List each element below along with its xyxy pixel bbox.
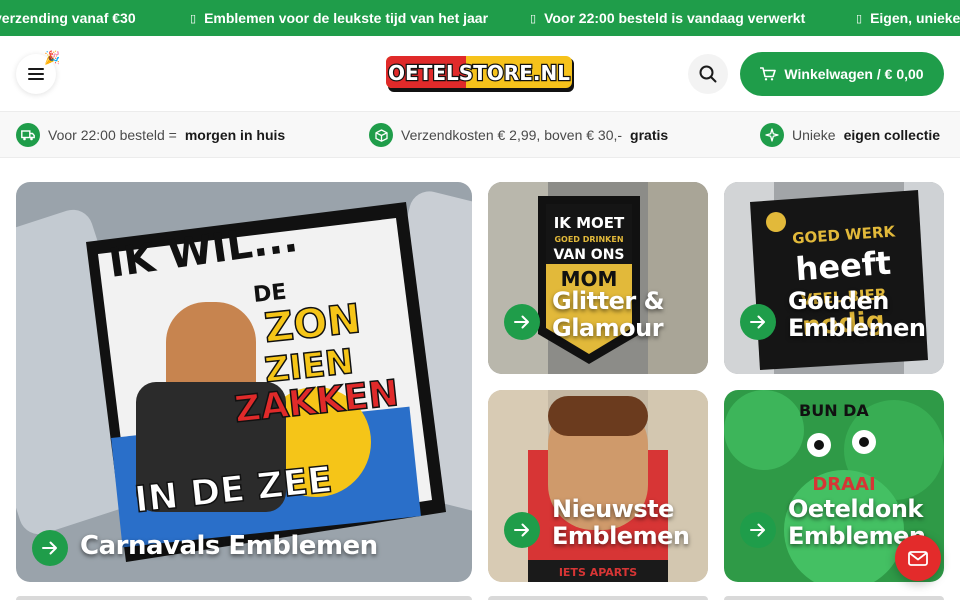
patch-text: IETS APARTS xyxy=(559,566,637,579)
truck-icon xyxy=(16,123,40,147)
glitter-patch-image: IK MOET GOED DRINKEN VAN ONS MOM xyxy=(488,182,708,374)
usp-text: Unieke xyxy=(792,127,836,143)
category-tile-nieuwste[interactable]: IETS APARTS Nieuwste Emblemen xyxy=(488,390,708,582)
patch-text: DRAAI xyxy=(812,474,875,495)
box-icon xyxy=(369,123,393,147)
announcement-ticker: verzending vanaf €30 ▯ Emblemen voor de … xyxy=(0,0,960,36)
arrow-right-icon xyxy=(504,304,540,340)
arrow-right-icon xyxy=(740,304,776,340)
category-tile-gouden[interactable]: GOED WERK heeft VEEL BIER nodig Gouden E… xyxy=(724,182,944,374)
confetti-icon: 🎉 xyxy=(44,50,61,65)
patch-text: BUN DA xyxy=(799,401,869,420)
arrow-right-icon xyxy=(740,512,776,548)
usp-item: Verzendkosten € 2,99, boven € 30,- grati… xyxy=(369,123,668,147)
usp-highlight: eigen collectie xyxy=(843,127,941,143)
next-row-tile xyxy=(488,596,708,600)
gouden-patch-image: GOED WERK heeft VEEL BIER nodig xyxy=(724,182,944,374)
usp-text: Voor 22:00 besteld = xyxy=(48,127,177,143)
ticker-item: ▯ Voor 22:00 besteld is vandaag verwerkt xyxy=(530,10,805,26)
ticker-item: ▯ Emblemen voor de leukste tijd van het … xyxy=(190,10,488,26)
search-button[interactable] xyxy=(688,54,728,94)
ticker-bullet-icon: ▯ xyxy=(190,12,197,25)
svg-text:OETELSTORE.NL: OETELSTORE.NL xyxy=(388,61,570,85)
contact-mail-button[interactable] xyxy=(895,535,941,581)
tile-label: Gouden Emblemen xyxy=(788,287,926,342)
category-tile-glitter[interactable]: IK MOET GOED DRINKEN VAN ONS MOM Glitter… xyxy=(488,182,708,374)
usp-item: Unieke eigen collectie xyxy=(760,123,940,147)
tile-label: Carnavals Emblemen xyxy=(80,531,378,561)
usp-item: Voor 22:00 besteld = morgen in huis xyxy=(16,123,285,147)
usp-highlight: morgen in huis xyxy=(184,127,286,143)
category-tile-carnavals[interactable]: IK WIL... DE ZON ZIEN ZAKKEN IN DE ZEE C… xyxy=(16,182,472,582)
sparkle-icon xyxy=(760,123,784,147)
cart-label: Winkelwagen / € 0,00 xyxy=(784,66,924,82)
ticker-text: Emblemen voor de leukste tijd van het ja… xyxy=(204,10,489,26)
patch-text: heeft xyxy=(794,244,892,289)
usp-bar: Voor 22:00 besteld = morgen in huis Verz… xyxy=(0,112,960,158)
site-header: 🎉 OETELSTORE.NL Winkelwagen / € 0,00 xyxy=(0,36,960,112)
hamburger-icon xyxy=(28,68,44,80)
patch-text: IK MOET xyxy=(554,214,625,232)
logo-graphic: OETELSTORE.NL xyxy=(386,56,574,92)
ticker-bullet-icon: ▯ xyxy=(856,12,863,25)
next-row-tile xyxy=(724,596,944,600)
patch-text: GOED DRINKEN xyxy=(554,235,623,244)
ticker-item: verzending vanaf €30 xyxy=(0,10,136,26)
search-icon xyxy=(699,65,717,83)
nieuwste-patch-image: IETS APARTS xyxy=(488,390,708,582)
arrow-right-icon xyxy=(32,530,68,566)
usp-text: Verzendkosten € 2,99, boven € 30,- xyxy=(401,127,623,143)
next-row-tile xyxy=(16,596,472,600)
tile-label: Nieuwste Emblemen xyxy=(552,495,690,550)
tile-label: Glitter & Glamour xyxy=(552,287,665,342)
ticker-text: Eigen, unieke xyxy=(870,10,960,26)
ticker-text: verzending vanaf €30 xyxy=(0,10,136,26)
patch-text: VAN ONS xyxy=(553,247,624,263)
arrow-right-icon xyxy=(504,512,540,548)
ticker-text: Voor 22:00 besteld is vandaag verwerkt xyxy=(544,10,806,26)
mail-icon xyxy=(908,550,928,566)
cart-button[interactable]: Winkelwagen / € 0,00 xyxy=(740,52,944,96)
cart-icon xyxy=(760,67,777,81)
ticker-bullet-icon: ▯ xyxy=(530,12,537,25)
site-logo[interactable]: OETELSTORE.NL xyxy=(386,54,576,94)
carnaval-patch-image: IK WIL... DE ZON ZIEN ZAKKEN IN DE ZEE xyxy=(16,182,472,582)
ticker-item: ▯ Eigen, unieke xyxy=(856,10,960,26)
usp-highlight: gratis xyxy=(630,127,669,143)
